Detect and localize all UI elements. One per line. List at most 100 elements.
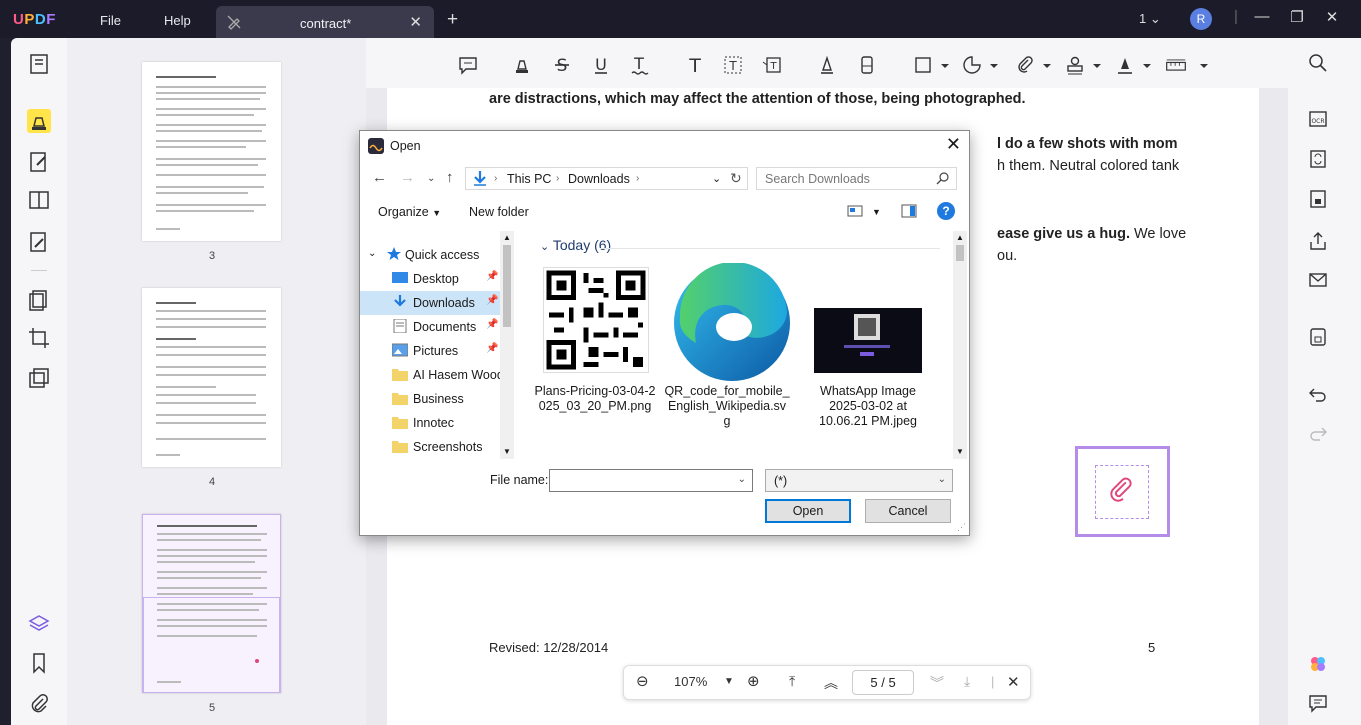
chevron-down-icon[interactable] [1136, 54, 1151, 76]
text-callout-icon[interactable]: T [761, 54, 783, 76]
minimize-icon[interactable]: — [1252, 8, 1272, 25]
undo-icon[interactable] [1307, 383, 1329, 405]
scroll-down-icon[interactable]: ▼ [503, 447, 511, 456]
reader-icon[interactable] [27, 52, 51, 76]
forward-arrow-icon[interactable]: → [400, 169, 415, 186]
ocr-icon[interactable]: OCR [1307, 108, 1329, 130]
nav-scrollbar[interactable]: ▲ ▼ [500, 231, 514, 459]
file-name-input[interactable]: ⌄ [549, 469, 753, 492]
search-icon[interactable] [1307, 52, 1329, 74]
underline-icon[interactable]: U [590, 54, 612, 76]
next-page-icon[interactable]: ︾ [930, 673, 944, 693]
scroll-up-icon[interactable]: ▲ [503, 233, 511, 242]
redo-icon[interactable] [1307, 422, 1329, 444]
viewport-indicator[interactable] [143, 597, 280, 693]
text-box-icon[interactable]: T [722, 54, 744, 76]
bookmark-icon[interactable] [27, 651, 51, 675]
help-icon[interactable]: ? [937, 202, 955, 220]
recent-locations-icon[interactable]: ⌄ [427, 173, 435, 184]
shape-icon[interactable] [912, 54, 934, 76]
sticky-note-icon[interactable] [457, 54, 479, 76]
scrollbar-thumb[interactable] [956, 245, 964, 261]
new-folder-button[interactable]: New folder [469, 205, 529, 219]
chevron-down-icon[interactable] [934, 54, 949, 76]
convert-icon[interactable] [1307, 148, 1329, 170]
page-tools-icon[interactable] [27, 288, 51, 312]
zoom-level[interactable]: 107% [674, 674, 707, 689]
back-arrow-icon[interactable]: ← [372, 169, 387, 186]
comments-list-icon[interactable] [1307, 692, 1329, 714]
chevron-down-icon[interactable]: ▼ [872, 207, 881, 217]
search-box[interactable]: Search Downloads [756, 167, 957, 190]
view-options-icon[interactable] [847, 204, 863, 218]
zoom-dropdown-icon[interactable]: ▼ [724, 676, 734, 687]
layers-stack-icon[interactable] [27, 366, 51, 390]
file-attachment-annotation[interactable] [1075, 446, 1170, 537]
resize-grip-icon[interactable]: ⋰ [957, 522, 966, 533]
nav-quick-access[interactable]: ⌄ Quick access [360, 243, 500, 267]
attachment-icon[interactable] [27, 692, 51, 716]
email-icon[interactable] [1307, 269, 1329, 291]
refresh-icon[interactable]: ↻ [730, 170, 742, 187]
attach-file-icon[interactable] [1014, 54, 1036, 76]
highlight-icon[interactable] [511, 54, 533, 76]
breadcrumb-this-pc[interactable]: This PC [507, 172, 551, 186]
zoom-out-icon[interactable]: ⊖ [636, 672, 649, 690]
measure-icon[interactable] [1165, 54, 1191, 76]
organize-pages-icon[interactable] [27, 188, 51, 212]
layers-icon[interactable] [27, 612, 51, 636]
menu-help[interactable]: Help [164, 13, 191, 28]
chevron-down-icon[interactable] [983, 54, 998, 76]
nav-folder[interactable]: Screenshots [360, 435, 500, 459]
chevron-down-icon[interactable] [1193, 54, 1208, 76]
nav-pictures[interactable]: Pictures 📌 [360, 339, 500, 363]
zoom-in-icon[interactable]: ⊕ [747, 672, 760, 690]
nav-documents[interactable]: Documents 📌 [360, 315, 500, 339]
sticker-icon[interactable] [961, 54, 983, 76]
scrollbar-thumb[interactable] [503, 245, 511, 327]
preview-pane-icon[interactable] [901, 204, 917, 218]
organize-menu[interactable]: Organize ▼ [378, 205, 441, 219]
squiggly-icon[interactable]: T [628, 54, 650, 76]
nav-downloads[interactable]: Downloads 📌 [360, 291, 500, 315]
scroll-down-icon[interactable]: ▼ [956, 447, 964, 456]
edit-pdf-icon[interactable] [27, 150, 51, 174]
chevron-down-icon[interactable] [1036, 54, 1051, 76]
page-number-input[interactable]: 5 / 5 [852, 670, 914, 695]
close-window-icon[interactable]: ✕ [1322, 8, 1342, 26]
nav-folder[interactable]: AI Hasem Wood [360, 363, 504, 387]
up-arrow-icon[interactable]: ↑ [446, 169, 454, 186]
share-icon[interactable] [1307, 230, 1329, 252]
nav-folder[interactable]: Innotec [360, 411, 500, 435]
window-count[interactable]: 1 ⌄ [1139, 11, 1161, 27]
search-input[interactable]: Search Downloads [765, 172, 870, 186]
breadcrumb-downloads[interactable]: Downloads [568, 172, 630, 186]
file-list-scrollbar[interactable]: ▲ ▼ [953, 231, 967, 459]
text-comment-icon[interactable]: T [684, 54, 706, 77]
file-type-select[interactable]: (*) ⌄ [765, 469, 953, 492]
pencil-icon[interactable] [816, 54, 838, 76]
nav-folder[interactable]: Business [360, 387, 500, 411]
address-bar[interactable]: › This PC › Downloads › ⌄ ↻ [465, 167, 748, 190]
chevron-down-icon[interactable] [1086, 54, 1101, 76]
nav-desktop[interactable]: Desktop 📌 [360, 267, 500, 291]
first-page-icon[interactable]: ⤒ [789, 673, 795, 690]
fill-sign-icon[interactable] [27, 230, 51, 254]
new-tab-icon[interactable]: + [447, 9, 458, 31]
page-thumbnail-3[interactable] [142, 62, 281, 241]
scroll-up-icon[interactable]: ▲ [956, 233, 964, 242]
tab-close-icon[interactable]: ✕ [409, 13, 422, 31]
chevron-down-icon[interactable]: ⌄ [738, 474, 746, 485]
last-page-icon[interactable]: ⤓ [964, 673, 970, 690]
ai-assistant-icon[interactable] [1307, 653, 1329, 675]
signature-icon[interactable] [1114, 54, 1136, 76]
eraser-icon[interactable] [856, 54, 878, 76]
address-dropdown-icon[interactable]: ⌄ [712, 172, 721, 185]
comment-highlighter-icon[interactable] [27, 109, 51, 133]
group-header[interactable]: ⌄ Today (6) [540, 237, 611, 253]
close-dialog-icon[interactable]: ✕ [946, 134, 961, 155]
page-thumbnail-4[interactable] [142, 288, 281, 467]
previous-page-icon[interactable]: ︽ [824, 673, 838, 693]
strikethrough-icon[interactable]: S [551, 54, 573, 76]
save-icon[interactable] [1307, 326, 1329, 348]
